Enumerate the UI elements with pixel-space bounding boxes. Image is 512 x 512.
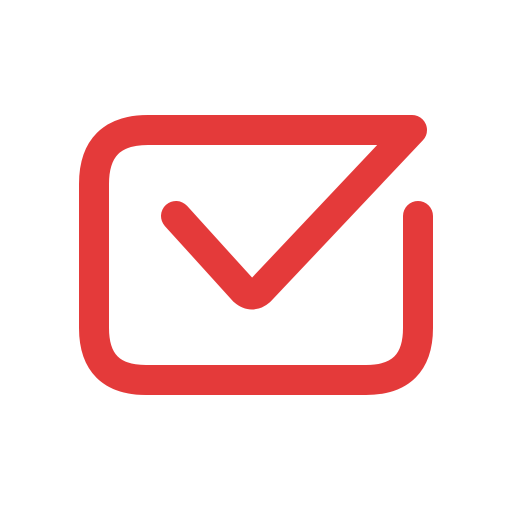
envelope-outline [79,115,433,395]
envelope-check-icon [79,115,433,395]
logo-canvas [0,0,512,512]
